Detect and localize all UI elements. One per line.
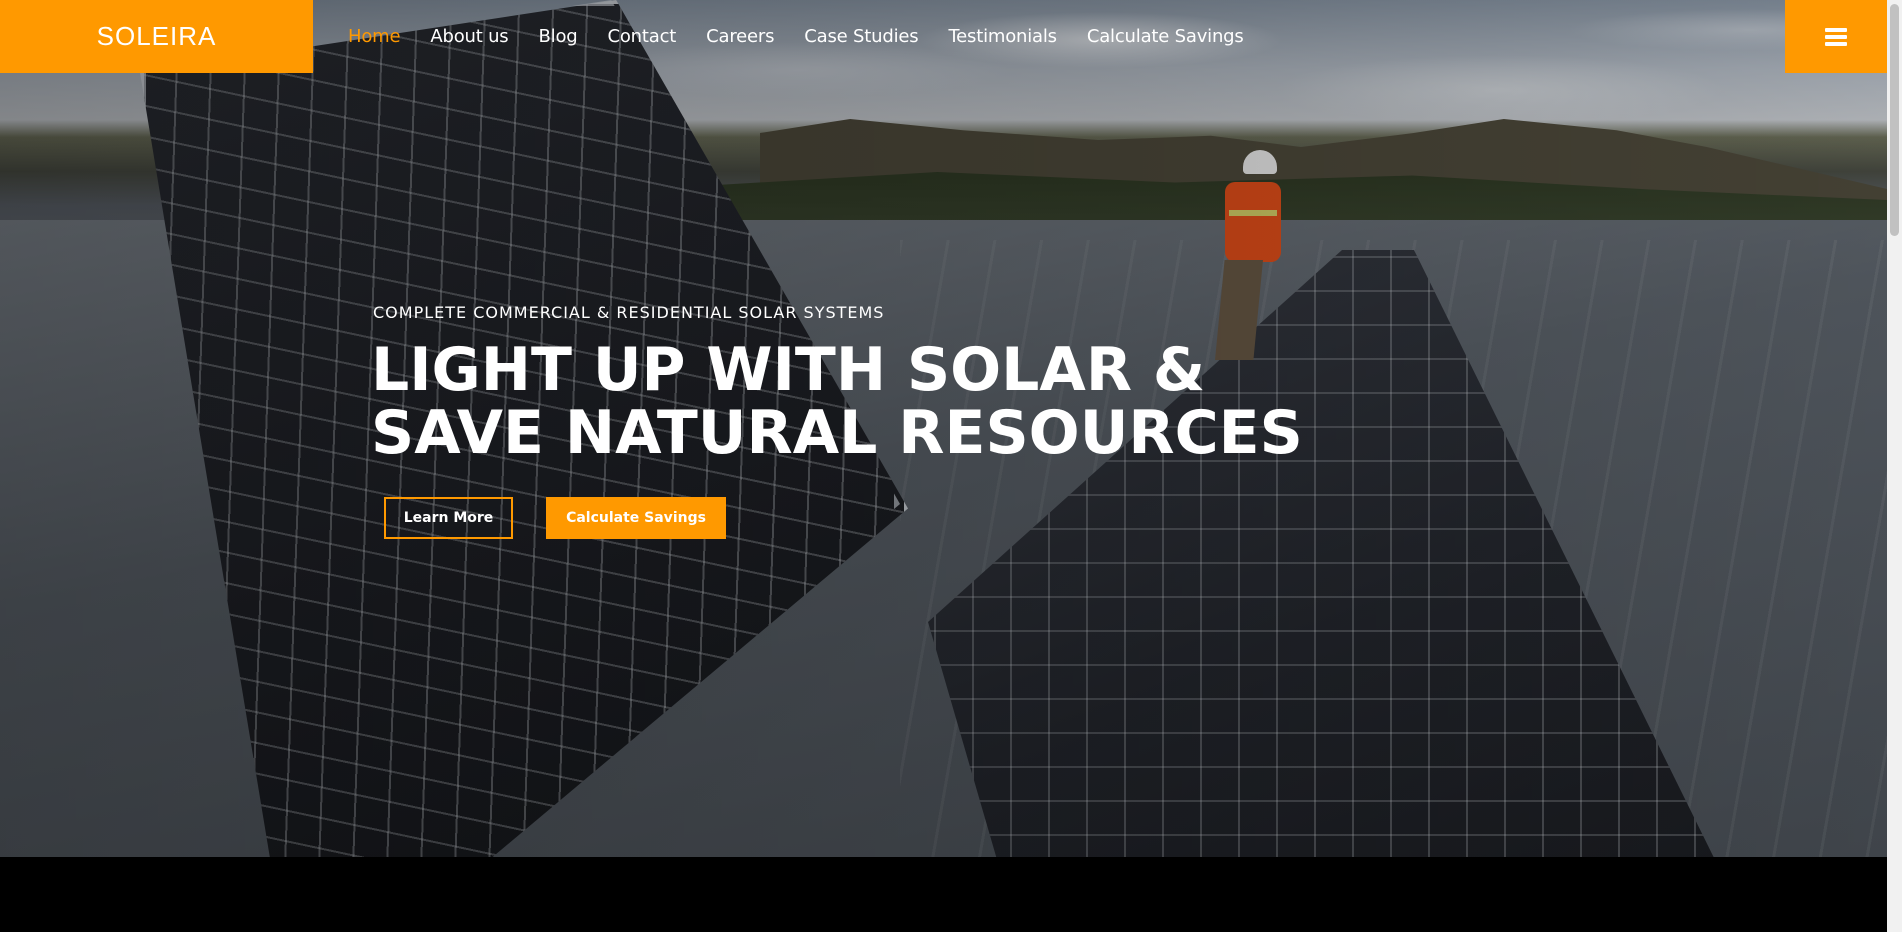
below-fold-section (0, 857, 1887, 932)
menu-button[interactable] (1785, 0, 1887, 73)
main-nav: Home About us Blog Contact Careers Case … (348, 0, 1274, 73)
scrollbar-thumb[interactable] (1890, 4, 1899, 236)
nav-item-calculate-savings[interactable]: Calculate Savings (1087, 26, 1244, 47)
nav-item-blog[interactable]: Blog (539, 26, 578, 47)
calculate-savings-button[interactable]: Calculate Savings (546, 497, 726, 539)
logo-container[interactable]: SOLEIRA (0, 0, 313, 73)
logo: SOLEIRA (96, 21, 217, 51)
hero-headline-line1: LIGHT UP WITH SOLAR & (371, 335, 1206, 405)
hamburger-icon (1825, 27, 1847, 46)
nav-item-contact[interactable]: Contact (608, 26, 677, 47)
hero-headline-line2: SAVE NATURAL RESOURCES (371, 398, 1303, 468)
hero-headline: LIGHT UP WITH SOLAR & SAVE NATURAL RESOU… (371, 339, 1303, 465)
nav-item-home[interactable]: Home (348, 26, 401, 47)
nav-item-about-us[interactable]: About us (430, 26, 508, 47)
nav-item-testimonials[interactable]: Testimonials (948, 26, 1057, 47)
learn-more-button[interactable]: Learn More (384, 497, 513, 539)
nav-item-case-studies[interactable]: Case Studies (804, 26, 918, 47)
hero-eyebrow: COMPLETE COMMERCIAL & RESIDENTIAL SOLAR … (373, 303, 885, 322)
nav-item-careers[interactable]: Careers (706, 26, 774, 47)
